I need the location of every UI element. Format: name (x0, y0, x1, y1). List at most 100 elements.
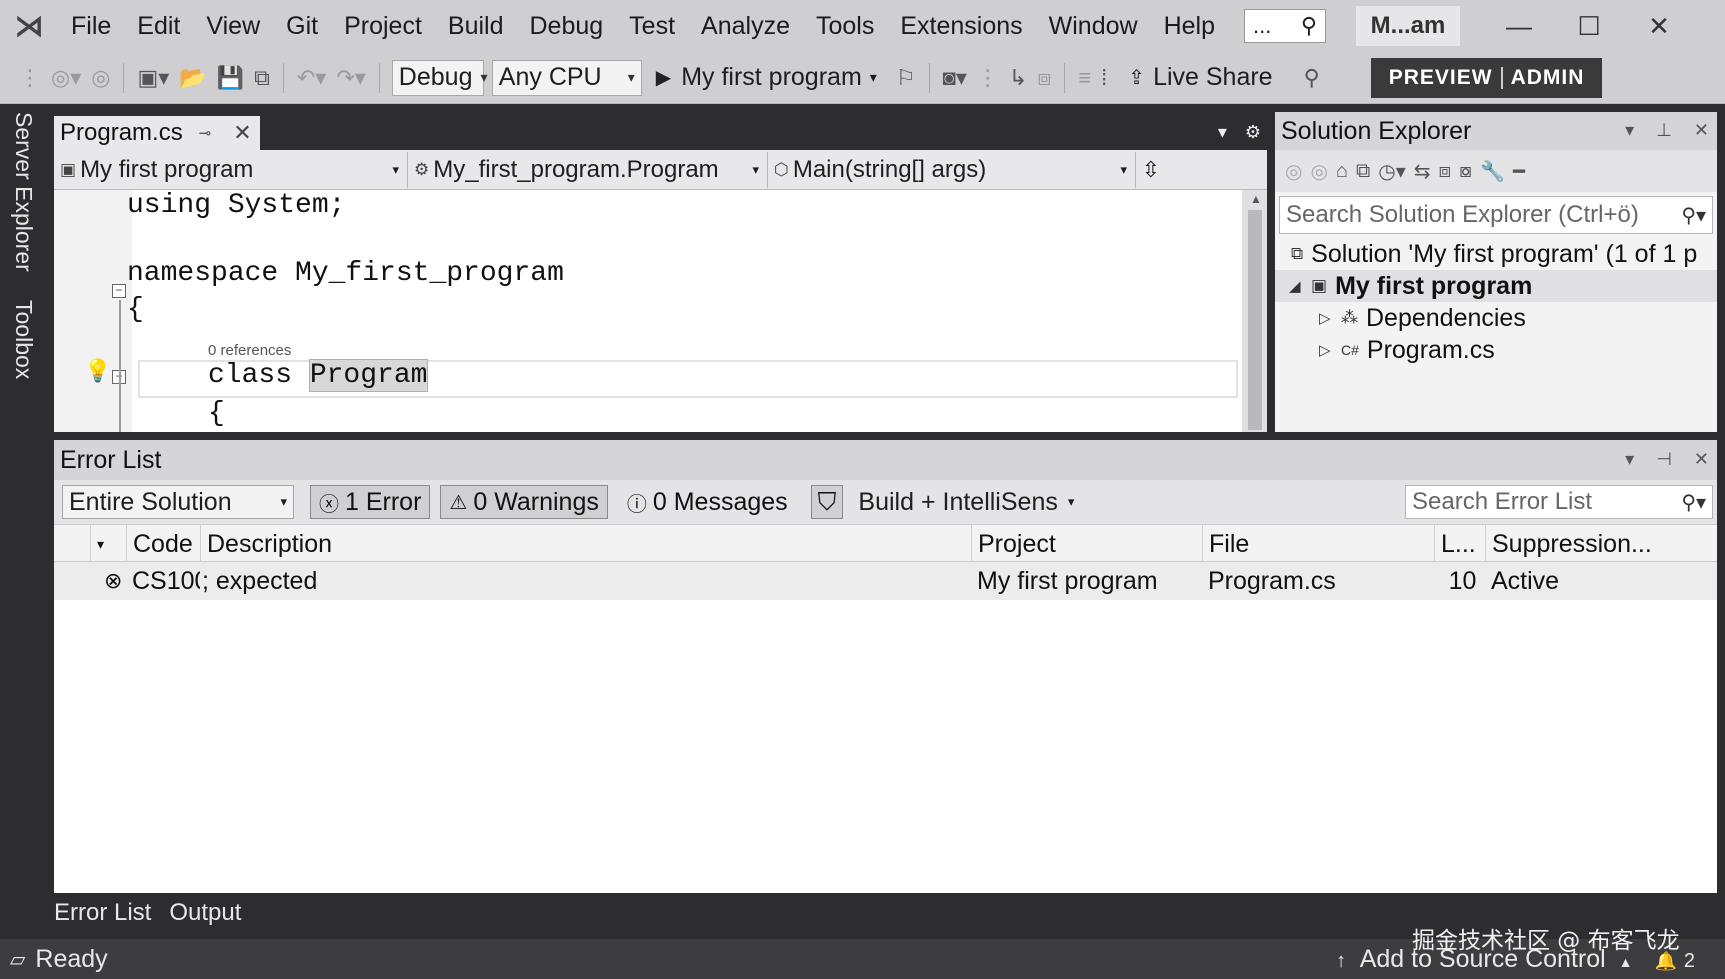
messages-filter-toggle[interactable]: ⓘ 0 Messages (618, 485, 797, 519)
menu-help[interactable]: Help (1151, 0, 1228, 52)
warnings-filter-toggle[interactable]: ⚠ 0 Warnings (440, 485, 608, 519)
menu-test[interactable]: Test (616, 0, 688, 52)
pin-icon[interactable]: ⊥ (1656, 120, 1672, 141)
comment-icon[interactable]: ≡ (1073, 65, 1096, 91)
solution-explorer-search[interactable]: Search Solution Explorer (Ctrl+ö) ⚲▾ (1279, 196, 1713, 234)
project-navigation-dropdown[interactable]: ▣ My first program ▾ (54, 151, 408, 188)
toolbox-tab[interactable]: Toolbox (10, 300, 37, 379)
close-panel-icon[interactable]: ✕ (1694, 120, 1709, 141)
menu-search-box[interactable]: ... ⚲ (1244, 9, 1326, 43)
collapsed-arrow-icon[interactable]: ▷ (1319, 309, 1341, 327)
step-over-icon[interactable]: ⧈ (1032, 65, 1056, 91)
save-all-icon[interactable]: ⧉ (249, 65, 275, 91)
back-icon[interactable]: ◎ (1285, 159, 1302, 184)
minimize-icon[interactable]: — (1484, 11, 1554, 42)
navigate-forward-icon[interactable]: ◎ (86, 65, 115, 91)
collapse-namespace-icon[interactable]: − (112, 284, 126, 298)
code-text-area[interactable]: 💡 − − using System; namespace My_first_p… (54, 190, 1242, 432)
history-icon[interactable]: ◷▾ (1378, 159, 1406, 184)
pin-icon[interactable]: ⊸ (199, 124, 212, 142)
errors-filter-toggle[interactable]: ⓧ 1 Error (310, 485, 431, 519)
menu-build[interactable]: Build (435, 0, 517, 52)
preview-admin-badge[interactable]: PREVIEW ADMIN (1370, 57, 1603, 98)
solution-name-badge[interactable]: M...am (1356, 6, 1460, 46)
type-navigation-dropdown[interactable]: ⚙ My_first_program.Program ▾ (408, 151, 768, 188)
preview-selected-icon[interactable]: ━ (1513, 159, 1525, 184)
feedback-icon[interactable]: ⚲ (1299, 65, 1325, 91)
document-tab-program-cs[interactable]: Program.cs ⊸ ✕ (54, 116, 260, 150)
collapsed-arrow-icon[interactable]: ▷ (1319, 341, 1341, 359)
switch-views-icon[interactable]: ⧉ (1356, 160, 1370, 183)
tree-item-program-cs[interactable]: ▷ C# Program.cs (1275, 334, 1717, 366)
member-navigation-dropdown[interactable]: ⬡ Main(string[] args) ▾ (768, 151, 1136, 188)
show-all-files-icon[interactable]: ⧇ (1459, 160, 1472, 183)
error-suppression-cell: Active (1491, 567, 1560, 595)
toolbar-overflow-icon[interactable]: ⁞ (1096, 65, 1112, 91)
server-explorer-tab[interactable]: Server Explorer (10, 112, 37, 272)
gear-icon[interactable]: ⚙ (1245, 122, 1261, 143)
column-header-suppression[interactable]: Suppression... (1485, 525, 1725, 563)
tab-list-dropdown-icon[interactable]: ▾ (1218, 122, 1227, 143)
properties-wrench-icon[interactable]: 🔧 (1480, 159, 1505, 184)
redo-icon[interactable]: ↷▾ (331, 65, 370, 91)
editor-vertical-scrollbar[interactable]: ▲ (1242, 190, 1267, 432)
codelens-references[interactable]: 0 references (208, 342, 291, 359)
tree-item-solution[interactable]: ⧉ Solution 'My first program' (1 of 1 p (1275, 238, 1717, 270)
maximize-icon[interactable]: ☐ (1554, 11, 1624, 42)
tab-output[interactable]: Output (169, 899, 241, 927)
close-window-icon[interactable]: ✕ (1624, 11, 1694, 42)
column-header-file[interactable]: File (1202, 525, 1434, 563)
menu-edit[interactable]: Edit (124, 0, 193, 52)
screenshot-icon[interactable]: ◙▾ (938, 65, 972, 91)
collapse-all-icon[interactable]: ⧈ (1439, 160, 1452, 183)
solution-configuration-dropdown[interactable]: Debug ▾ (391, 59, 488, 96)
browser-link-icon[interactable]: ⚐ (891, 65, 921, 91)
column-header-code[interactable]: Code (126, 525, 200, 563)
window-position-dropdown-icon[interactable]: ▾ (1625, 449, 1634, 470)
save-icon[interactable]: 💾 (212, 65, 249, 91)
menu-tools[interactable]: Tools (803, 0, 887, 52)
scrollbar-thumb[interactable] (1248, 210, 1262, 430)
tab-error-list[interactable]: Error List (54, 899, 151, 927)
home-icon[interactable]: ⌂ (1336, 160, 1348, 183)
open-file-icon[interactable]: 📂 (174, 65, 211, 91)
pin-icon[interactable]: ⊣ (1656, 449, 1672, 470)
navigate-back-icon[interactable]: ◎▾ (46, 65, 86, 91)
tree-item-project[interactable]: ◢ ▣ My first program (1275, 270, 1717, 302)
step-into-icon[interactable]: ↳ (1004, 65, 1032, 91)
solution-platform-dropdown[interactable]: Any CPU ▾ (491, 59, 642, 96)
filter-toggle-button[interactable]: ⛉ (810, 485, 844, 519)
menu-extensions[interactable]: Extensions (887, 0, 1035, 52)
close-panel-icon[interactable]: ✕ (1694, 449, 1709, 470)
error-list-search[interactable]: Search Error List ⚲▾ (1405, 485, 1713, 519)
column-header-line[interactable]: L... (1434, 525, 1485, 563)
window-position-dropdown-icon[interactable]: ▾ (1625, 120, 1634, 141)
menu-project[interactable]: Project (331, 0, 435, 52)
expanded-arrow-icon[interactable]: ◢ (1289, 277, 1311, 295)
sync-icon[interactable]: ⇆ (1414, 159, 1431, 184)
column-header-sort-icon[interactable]: ▾ (90, 525, 126, 563)
menu-window[interactable]: Window (1036, 0, 1151, 52)
start-debugging-button[interactable]: ▶ My first program ▾ (656, 63, 877, 92)
visual-studio-logo-icon[interactable]: ⋊ (0, 0, 58, 52)
forward-icon[interactable]: ◎ (1310, 159, 1327, 184)
menu-analyze[interactable]: Analyze (688, 0, 803, 52)
error-scope-dropdown[interactable]: Entire Solution ▾ (62, 485, 294, 519)
live-share-button[interactable]: ⇪ Live Share (1128, 63, 1272, 92)
new-project-icon[interactable]: ▣▾ (132, 65, 174, 91)
menu-file[interactable]: File (58, 0, 124, 52)
table-row[interactable]: ⊗ CS100: ; expected My first program Pro… (54, 562, 1717, 600)
tree-item-dependencies[interactable]: ▷ ⁂ Dependencies (1275, 302, 1717, 334)
column-header-project[interactable]: Project (971, 525, 1203, 563)
menu-view[interactable]: View (193, 0, 273, 52)
close-tab-icon[interactable]: ✕ (233, 120, 251, 146)
lightbulb-icon[interactable]: 💡 (84, 358, 111, 384)
undo-icon[interactable]: ↶▾ (292, 65, 331, 91)
menu-debug[interactable]: Debug (517, 0, 617, 52)
column-header-description[interactable]: Description (200, 525, 952, 563)
scroll-up-icon[interactable]: ▲ (1250, 192, 1262, 206)
split-window-icon[interactable]: ⇳ (1136, 157, 1166, 183)
panel-title-tools: ▾ ⊣ ✕ (1625, 449, 1709, 470)
menu-git[interactable]: Git (273, 0, 331, 52)
error-source-dropdown[interactable]: Build + IntelliSens ▾ (851, 485, 1081, 519)
